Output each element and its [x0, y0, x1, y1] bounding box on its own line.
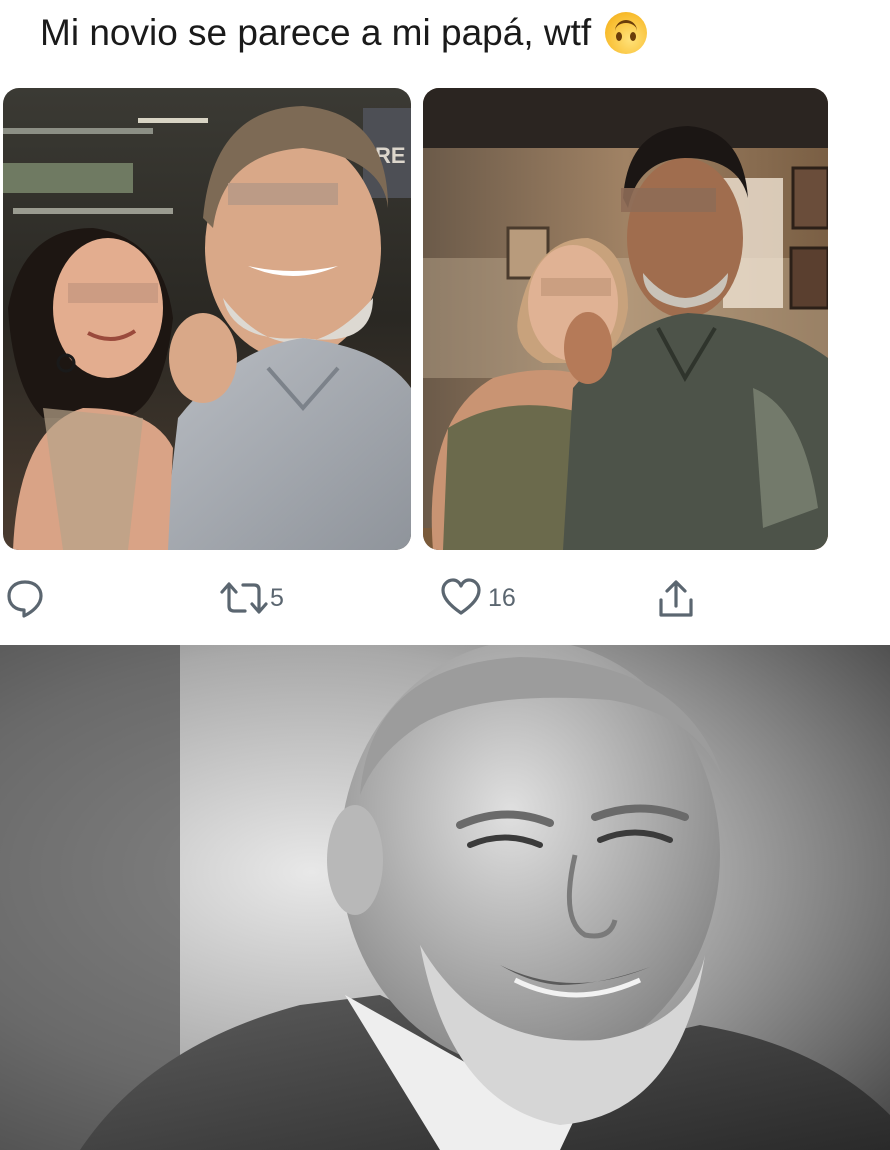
tweet-actions-bar: 5 16: [0, 578, 890, 622]
retweet-count: 5: [270, 583, 284, 612]
reply-button[interactable]: [6, 578, 44, 618]
like-count: 16: [488, 583, 516, 612]
tweet-photo-left[interactable]: RE: [3, 88, 411, 550]
retweet-button[interactable]: 5: [218, 578, 284, 618]
upside-down-face-emoji-icon: [605, 12, 648, 54]
like-button[interactable]: 16: [440, 578, 516, 618]
speech-bubble-icon: [6, 578, 44, 618]
heart-icon: [440, 578, 482, 618]
tweet-card: Mi novio se parece a mi papá, wtf RE 5 1…: [0, 0, 890, 645]
tweet-text-row: Mi novio se parece a mi papá, wtf: [40, 12, 648, 54]
grayscale-portrait-image: [0, 645, 890, 1150]
tweet-photo-right[interactable]: [423, 88, 828, 550]
share-button[interactable]: [655, 578, 697, 620]
retweet-icon: [218, 578, 270, 618]
share-icon: [655, 578, 697, 620]
tweet-text: Mi novio se parece a mi papá, wtf: [40, 12, 592, 53]
